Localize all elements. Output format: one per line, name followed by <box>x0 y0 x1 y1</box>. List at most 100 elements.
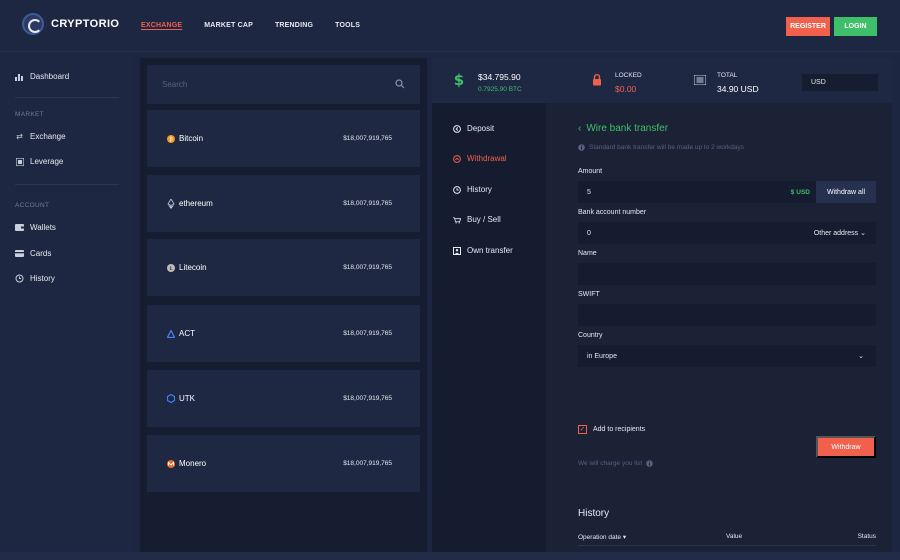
swift-field[interactable] <box>578 304 876 326</box>
subnav-label: Deposit <box>467 124 495 133</box>
amount-value: 5 <box>587 188 591 196</box>
amount-currency-label: USD <box>796 188 810 196</box>
country-select[interactable]: in Europe ⌄ <box>578 345 876 367</box>
add-recipients-label: Add to recipients <box>593 426 646 433</box>
grid-icon <box>15 157 24 166</box>
subnav-label: History <box>467 185 492 194</box>
nav-tools[interactable]: TOOLS <box>335 22 360 29</box>
coin-card-ethereum[interactable]: ethereum $18,007,919,765 <box>147 175 420 232</box>
chevron-down-icon: ⌄ <box>860 230 866 237</box>
utk-icon <box>167 394 175 403</box>
total-value: 34.90 USD <box>717 84 759 94</box>
coin-market-cap: $18,007,919,765 <box>343 395 392 402</box>
subnav-buy-sell[interactable]: Buy / Sell <box>453 215 501 224</box>
other-address-label: Other address <box>813 230 859 237</box>
bitcoin-icon: ₿ <box>167 134 175 143</box>
deposit-icon <box>453 124 461 133</box>
name-field[interactable] <box>578 263 876 285</box>
litecoin-icon: Ł <box>167 263 175 272</box>
history-icon <box>15 274 24 283</box>
coin-list-panel: ₿ Bitcoin $18,007,919,765 ethereum $18,0… <box>140 58 427 552</box>
sidebar-item-dashboard[interactable]: Dashboard <box>15 72 69 81</box>
coin-card-act[interactable]: ACT $18,007,919,765 <box>147 305 420 362</box>
add-recipients-row[interactable]: ✓ Add to recipients <box>578 425 645 434</box>
login-button[interactable]: LOGIN <box>834 17 877 36</box>
nav-exchange[interactable]: EXCHANGE <box>141 22 182 29</box>
bar-chart-icon <box>15 73 24 81</box>
chevron-down-icon: ⌄ <box>858 353 864 360</box>
subnav-own-transfer[interactable]: Own transfer <box>453 246 513 255</box>
wallet-icon <box>15 224 24 232</box>
stats-bar: $ $34.795.90 0.7925.90 BTC LOCKED $0.00 … <box>432 58 892 103</box>
coin-card-monero[interactable]: Monero $18,007,919,765 <box>147 435 420 492</box>
search-box <box>147 65 420 104</box>
monero-icon <box>167 459 175 468</box>
brand-logo[interactable]: CRYPTORIO <box>22 13 119 35</box>
coin-name-label: ethereum <box>179 199 213 208</box>
sidebar-divider <box>15 184 119 185</box>
currency-select[interactable]: USD <box>802 74 878 91</box>
sidebar-item-wallets[interactable]: Wallets <box>15 223 56 232</box>
card-icon <box>15 250 24 258</box>
total-label: TOTAL <box>717 72 738 79</box>
search-input[interactable] <box>162 80 382 89</box>
history-icon <box>453 185 461 194</box>
country-value: in Europe <box>587 352 617 360</box>
charge-note-text: We will charge you list <box>578 460 643 467</box>
history-col-value[interactable]: Value <box>726 533 742 540</box>
sidebar-item-exchange[interactable]: ⇄ Exchange <box>15 132 65 141</box>
sidebar-item-history[interactable]: History <box>15 274 55 283</box>
sidebar-item-label: History <box>30 274 55 283</box>
nav-trending[interactable]: TRENDING <box>275 22 313 29</box>
lock-icon <box>592 74 602 88</box>
coin-name-label: Monero <box>179 459 207 468</box>
sidebar-item-label: Dashboard <box>30 72 70 81</box>
coin-market-cap: $18,007,919,765 <box>343 460 392 467</box>
subnav-withdrawal[interactable]: Withdrawal <box>453 154 507 163</box>
register-button[interactable]: REGISTER <box>786 17 830 36</box>
sidebar-item-cards[interactable]: Cards <box>15 249 51 258</box>
chevron-left-icon[interactable]: ‹ <box>578 123 581 134</box>
history-col-operation-date[interactable]: Operation date ▾ <box>578 533 626 541</box>
account-number-field[interactable]: 0 Other address ⌄ <box>578 222 876 244</box>
coin-card-bitcoin[interactable]: ₿ Bitcoin $18,007,919,765 <box>147 110 420 167</box>
dollar-icon: $ <box>454 71 464 90</box>
other-address-dropdown[interactable]: Other address ⌄ <box>814 229 866 237</box>
svg-text:₿: ₿ <box>169 136 173 143</box>
amount-label: Amount <box>578 168 603 175</box>
form-title[interactable]: ‹ Wire bank transfer <box>578 123 668 134</box>
wallet-panel: $ $34.795.90 0.7925.90 BTC LOCKED $0.00 … <box>432 58 892 552</box>
coin-card-utk[interactable]: UTK $18,007,919,765 <box>147 370 420 427</box>
form-title-label: Wire bank transfer <box>586 123 669 134</box>
svg-text:Ł: Ł <box>169 266 173 272</box>
list-icon <box>693 74 707 87</box>
ethereum-icon <box>167 198 175 209</box>
form-note: Standard bank transfer will be made up t… <box>578 144 744 151</box>
bottom-strip <box>0 552 900 560</box>
charge-note: We will charge you list <box>578 460 653 467</box>
balance-btc: 0.7925.90 BTC <box>478 86 522 93</box>
country-label: Country <box>578 332 603 339</box>
add-recipients-checkbox[interactable]: ✓ <box>578 425 587 434</box>
history-col-status[interactable]: Status <box>858 533 876 540</box>
coin-market-cap: $18,007,919,765 <box>343 330 392 337</box>
info-icon[interactable] <box>646 460 653 467</box>
history-title: History <box>578 508 610 519</box>
info-icon <box>578 144 585 151</box>
amount-field[interactable]: 5 $ USD Withdraw all <box>578 181 876 203</box>
withdraw-button[interactable]: Withdraw <box>816 436 876 458</box>
coin-name-label: UTK <box>179 394 195 403</box>
top-bar: CRYPTORIO EXCHANGE MARKET CAP TRENDING T… <box>0 0 900 52</box>
sidebar-item-label: Wallets <box>30 223 56 232</box>
subnav-deposit[interactable]: Deposit <box>453 124 494 133</box>
sidebar-item-leverage[interactable]: Leverage <box>15 157 63 166</box>
coin-name: ethereum <box>167 198 213 209</box>
nav-market-cap[interactable]: MARKET CAP <box>204 22 253 29</box>
coin-card-litecoin[interactable]: Ł Litecoin $18,007,919,765 <box>147 239 420 296</box>
subnav-history[interactable]: History <box>453 185 492 194</box>
coin-name: Ł Litecoin <box>167 263 207 272</box>
sort-down-icon: ▾ <box>622 534 627 541</box>
search-icon[interactable] <box>395 79 405 89</box>
coin-name: ACT <box>167 329 195 338</box>
withdraw-all-button[interactable]: Withdraw all <box>816 181 876 203</box>
